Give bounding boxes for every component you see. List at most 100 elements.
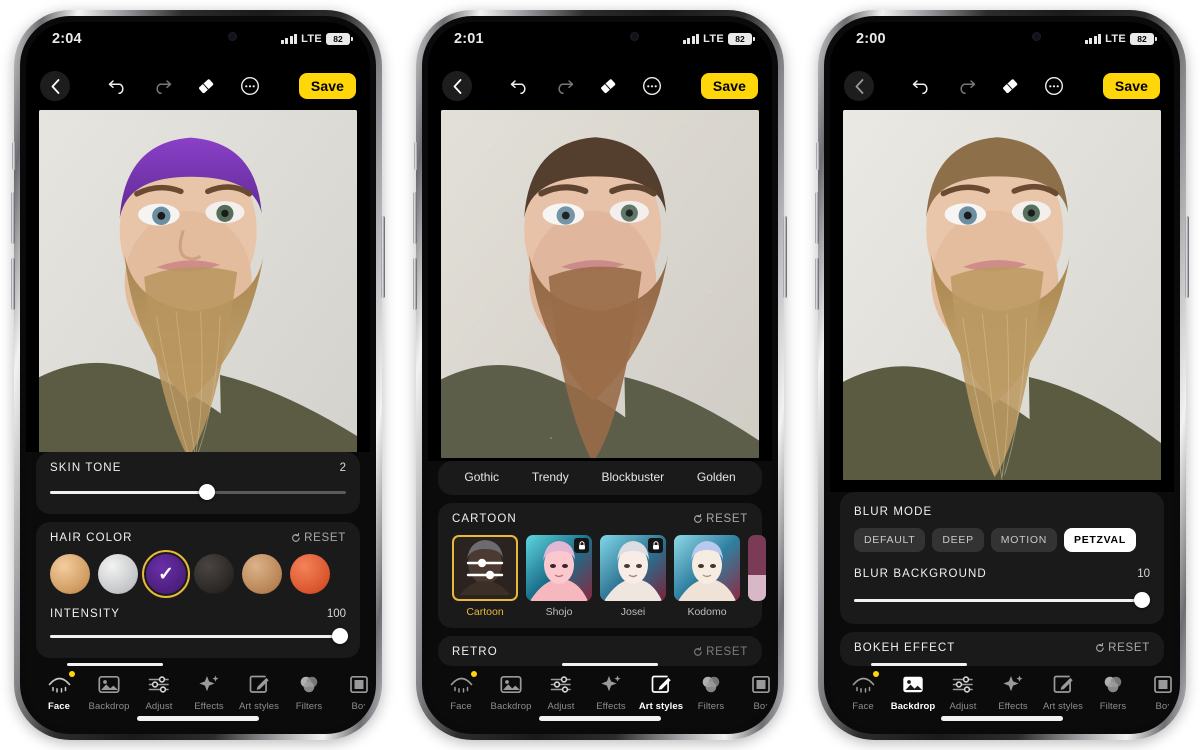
volume-down-button[interactable]	[413, 258, 417, 310]
chip-golden[interactable]: Golden	[697, 470, 736, 484]
eraser-icon[interactable]	[195, 75, 217, 97]
blur-mode-option-deep[interactable]: DEEP	[932, 528, 984, 552]
tab-borders[interactable]: Bor	[736, 672, 772, 714]
backdrop-icon	[84, 672, 134, 696]
redo-icon[interactable]	[151, 75, 173, 97]
intensity-slider[interactable]	[50, 628, 348, 644]
volume-up-button[interactable]	[11, 192, 15, 244]
tab-backdrop[interactable]: Backdrop	[486, 672, 536, 714]
tab-effects[interactable]: Effects	[988, 672, 1038, 714]
tab-backdrop[interactable]: Backdrop	[888, 672, 938, 714]
tab-adjust[interactable]: Adjust	[134, 672, 184, 714]
style-item-kodomo[interactable]: Kodomo	[674, 535, 740, 618]
home-indicator[interactable]	[941, 716, 1063, 721]
blur-mode-option-default[interactable]: DEFAULT	[854, 528, 926, 552]
eraser-icon[interactable]	[999, 75, 1021, 97]
skin-tone-slider[interactable]	[50, 484, 346, 500]
blur-mode-option-petzval[interactable]: PETZVAL	[1064, 528, 1136, 552]
tab-filters[interactable]: Filters	[686, 672, 736, 714]
tab-filters[interactable]: Filters	[284, 672, 334, 714]
tab-face[interactable]: Face	[436, 671, 486, 714]
volume-up-button[interactable]	[413, 192, 417, 244]
tab-art-styles[interactable]: Art styles	[1038, 672, 1088, 714]
volume-down-button[interactable]	[11, 258, 15, 310]
chip-gothic[interactable]: Gothic	[464, 470, 499, 484]
redo-icon[interactable]	[553, 75, 575, 97]
blur-mode-option-motion[interactable]: MOTION	[990, 528, 1057, 552]
blur-background-slider[interactable]	[854, 592, 1150, 608]
slider-knob[interactable]	[1134, 592, 1150, 608]
tab-effects[interactable]: Effects	[586, 672, 636, 714]
network-label: LTE	[301, 33, 322, 45]
backdrop-panel-sheet: BLUR MODE DEFAULT DEEP MOTION PETZVAL BL…	[830, 492, 1174, 666]
save-button[interactable]: Save	[298, 73, 356, 99]
redo-icon[interactable]	[955, 75, 977, 97]
tab-art-styles[interactable]: Art styles	[636, 672, 686, 714]
photo-preview-face[interactable]	[39, 110, 357, 455]
slider-knob[interactable]	[198, 484, 215, 500]
panel-scroll-indicator[interactable]	[67, 663, 164, 666]
backdrop-icon	[888, 672, 938, 696]
power-button[interactable]	[783, 216, 787, 298]
tab-art-styles[interactable]: Art styles	[234, 672, 284, 714]
retro-reset-button[interactable]: RESET	[693, 646, 748, 658]
undo-icon[interactable]	[509, 75, 531, 97]
status-time: 2:01	[454, 31, 484, 47]
hair-swatch-blonde[interactable]	[50, 554, 90, 594]
power-button[interactable]	[1185, 216, 1189, 298]
tab-backdrop[interactable]: Backdrop	[84, 672, 134, 714]
tab-face[interactable]: Face	[838, 671, 888, 714]
back-button[interactable]	[442, 71, 472, 101]
chip-blockbuster[interactable]: Blockbuster	[601, 470, 664, 484]
back-button[interactable]	[844, 71, 874, 101]
silent-switch[interactable]	[12, 142, 16, 170]
undo-icon[interactable]	[911, 75, 933, 97]
chip-trendy[interactable]: Trendy	[532, 470, 569, 484]
style-item-shojo[interactable]: Shojo	[526, 535, 592, 618]
tab-adjust[interactable]: Adjust	[938, 672, 988, 714]
tab-face[interactable]: Face	[34, 671, 84, 714]
hair-swatch-light-brown[interactable]	[242, 554, 282, 594]
home-indicator[interactable]	[539, 716, 661, 721]
undo-icon[interactable]	[107, 75, 129, 97]
photo-preview-art-style[interactable]	[441, 110, 759, 458]
eraser-icon[interactable]	[597, 75, 619, 97]
more-icon[interactable]	[641, 75, 663, 97]
volume-down-button[interactable]	[815, 258, 819, 310]
tab-effects[interactable]: Effects	[184, 672, 234, 714]
style-item-next-partial[interactable]	[748, 535, 766, 618]
panel-scroll-indicator[interactable]	[562, 663, 659, 666]
style-thumb-josei	[600, 535, 666, 601]
save-button[interactable]: Save	[1102, 73, 1160, 99]
more-icon[interactable]	[239, 75, 261, 97]
tab-label-adjust: Adjust	[949, 701, 977, 712]
tab-adjust[interactable]: Adjust	[536, 672, 586, 714]
panel-scroll-indicator[interactable]	[871, 663, 968, 666]
volume-up-button[interactable]	[815, 192, 819, 244]
tab-borders[interactable]: Bor	[334, 672, 370, 714]
power-button[interactable]	[381, 216, 385, 298]
more-icon[interactable]	[1043, 75, 1065, 97]
hair-swatch-silver[interactable]	[98, 554, 138, 594]
style-label-kodomo: Kodomo	[687, 606, 727, 618]
signal-icon	[682, 34, 700, 44]
tab-label-face: Face	[852, 701, 874, 712]
bokeh-effect-reset-button[interactable]: RESET	[1095, 642, 1150, 654]
home-indicator[interactable]	[137, 716, 259, 721]
style-item-josei[interactable]: Josei	[600, 535, 666, 618]
hair-swatch-purple[interactable]: ✓	[142, 550, 190, 598]
style-item-cartoon[interactable]: Cartoon	[452, 535, 518, 618]
tab-borders[interactable]: Bor	[1138, 672, 1174, 714]
face-icon	[838, 672, 888, 696]
silent-switch[interactable]	[414, 142, 418, 170]
photo-preview-backdrop[interactable]	[843, 110, 1161, 480]
tab-filters[interactable]: Filters	[1088, 672, 1138, 714]
hair-swatch-black[interactable]	[194, 554, 234, 594]
hair-color-reset-button[interactable]: RESET	[291, 532, 346, 544]
slider-knob[interactable]	[332, 628, 348, 644]
hair-swatch-copper-red[interactable]	[290, 554, 330, 594]
back-button[interactable]	[40, 71, 70, 101]
silent-switch[interactable]	[816, 142, 820, 170]
save-button[interactable]: Save	[700, 73, 758, 99]
cartoon-reset-button[interactable]: RESET	[693, 513, 748, 525]
